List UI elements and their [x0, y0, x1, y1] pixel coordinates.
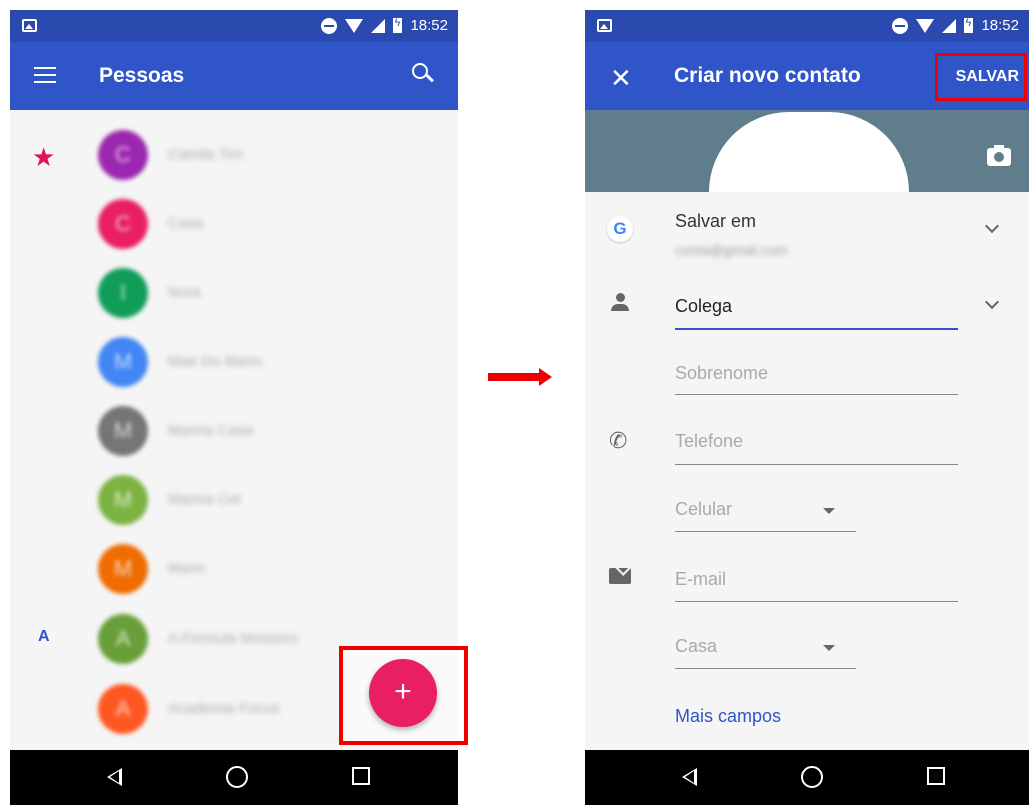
contact-name: Nora [168, 284, 201, 301]
new-contact-screen: 18:52 ✕ Criar novo contato SALVAR G Salv… [585, 10, 1029, 805]
list-item[interactable]: I Nora [10, 264, 458, 320]
recents-icon[interactable] [927, 767, 945, 785]
contact-name: Mae Do Mario [168, 353, 263, 370]
avatar-placeholder [709, 112, 909, 192]
navigation-bar [10, 750, 458, 805]
status-time: 18:52 [410, 17, 448, 34]
do-not-disturb-icon [892, 17, 909, 34]
avatar: M [98, 475, 148, 525]
list-item[interactable]: ★ C Camila Tim [10, 126, 458, 182]
email-type-select[interactable]: Casa [675, 636, 717, 657]
contact-name: Camila Tim [168, 146, 244, 163]
battery-icon [964, 17, 974, 33]
image-notification-icon [597, 19, 612, 32]
back-icon[interactable] [682, 768, 697, 786]
camera-icon[interactable] [987, 145, 1011, 166]
stage: 18:52 Pessoas ★ C Camila Tim C Casa I No… [0, 0, 1029, 805]
google-icon: G [607, 216, 633, 242]
chevron-down-icon[interactable] [984, 218, 1000, 234]
signal-icon [942, 18, 957, 33]
contact-name: Casa [168, 215, 204, 232]
contact-name: Academia Focus [168, 700, 280, 717]
avatar: A [98, 614, 148, 664]
email-icon [609, 568, 631, 584]
status-bar: 18:52 [585, 10, 1029, 42]
contact-name: Marina Casa [168, 422, 254, 439]
wifi-icon [345, 18, 364, 33]
back-icon[interactable] [107, 768, 122, 786]
signal-icon [371, 18, 386, 33]
image-notification-icon [22, 19, 37, 32]
last-name-field[interactable]: Sobrenome [675, 363, 768, 384]
save-highlight [935, 53, 1027, 101]
list-item[interactable]: M Marina Casa [10, 402, 458, 458]
avatar: C [98, 130, 148, 180]
phone-type-select[interactable]: Celular [675, 499, 732, 520]
avatar: A [98, 684, 148, 734]
email-type-underline [675, 668, 856, 669]
section-letter: A [38, 628, 50, 645]
app-bar: ✕ Criar novo contato SALVAR [585, 42, 1029, 110]
page-title: Criar novo contato [674, 64, 861, 87]
status-icons: 18:52 [321, 17, 448, 34]
last-name-underline [675, 394, 958, 395]
avatar: C [98, 199, 148, 249]
first-name-underline [675, 328, 958, 330]
list-item[interactable]: C Casa [10, 195, 458, 251]
phone-icon: ✆ [609, 428, 628, 453]
battery-icon [393, 17, 403, 33]
phone-underline [675, 464, 958, 465]
navigation-bar [585, 750, 1029, 805]
add-contact-button[interactable]: + [369, 659, 437, 727]
page-title: Pessoas [99, 64, 185, 87]
list-item[interactable]: M Mario [10, 540, 458, 596]
list-item[interactable]: M Marina Cel [10, 471, 458, 527]
phone-field[interactable]: Telefone [675, 431, 743, 452]
account-value: conta@gmail.com [675, 242, 788, 258]
contact-photo-header[interactable] [585, 110, 1029, 192]
first-name-field[interactable]: Colega [675, 296, 732, 317]
star-icon: ★ [32, 142, 56, 172]
contact-name: A Formula Mossoro [168, 630, 299, 647]
status-time: 18:52 [981, 17, 1019, 34]
close-icon[interactable]: ✕ [610, 63, 632, 94]
chevron-down-icon[interactable] [984, 294, 1000, 310]
avatar: I [98, 268, 148, 318]
contact-name: Mario [168, 560, 206, 577]
wifi-icon [916, 18, 935, 33]
menu-icon[interactable] [34, 67, 56, 83]
email-field[interactable]: E-mail [675, 569, 726, 590]
search-icon[interactable] [412, 63, 434, 85]
avatar: M [98, 406, 148, 456]
more-fields-link[interactable]: Mais campos [675, 706, 781, 727]
transition-arrow [488, 368, 552, 386]
avatar: M [98, 337, 148, 387]
dropdown-caret-icon[interactable] [823, 508, 835, 514]
save-in-label: Salvar em [675, 211, 757, 231]
email-underline [675, 601, 958, 602]
person-icon [611, 293, 629, 313]
list-item[interactable]: M Mae Do Mario [10, 333, 458, 389]
avatar: M [98, 544, 148, 594]
phone-type-underline [675, 531, 856, 532]
do-not-disturb-icon [321, 17, 338, 34]
recents-icon[interactable] [352, 767, 370, 785]
app-bar: Pessoas [10, 42, 458, 110]
home-icon[interactable] [801, 766, 823, 788]
contact-name: Marina Cel [168, 491, 241, 508]
home-icon[interactable] [226, 766, 248, 788]
dropdown-caret-icon[interactable] [823, 645, 835, 651]
status-bar: 18:52 [10, 10, 458, 42]
status-icons: 18:52 [892, 17, 1019, 34]
